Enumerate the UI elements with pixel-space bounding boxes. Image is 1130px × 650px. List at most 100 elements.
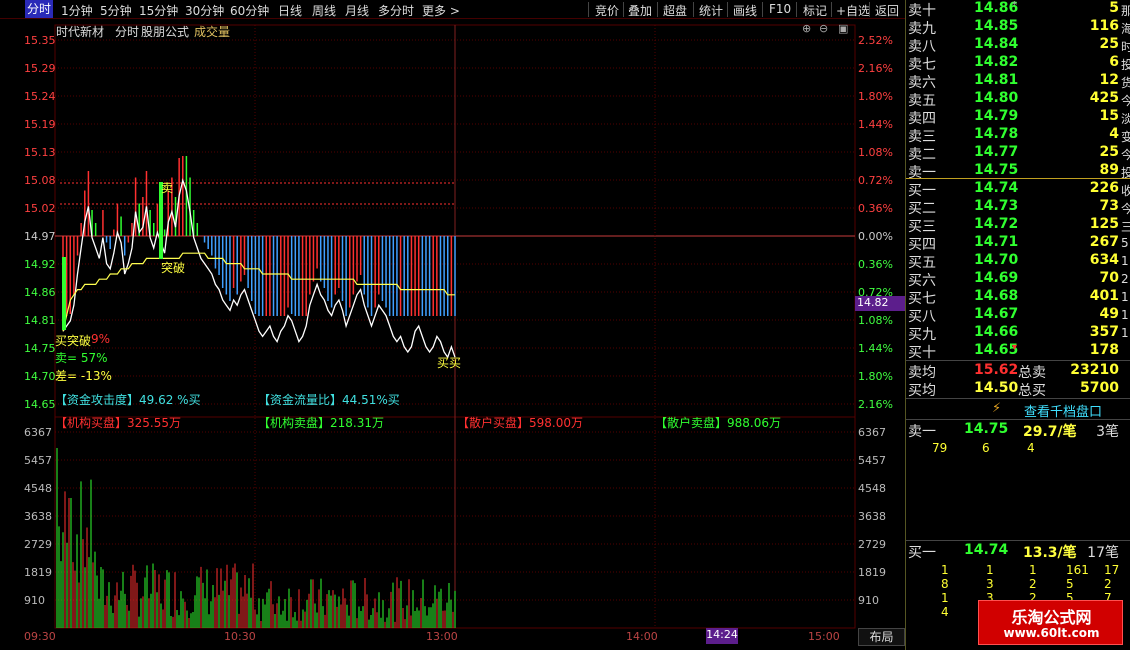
- zoom-out-icon[interactable]: ⊖: [819, 22, 828, 35]
- price-tick-left: 15.29: [24, 62, 56, 75]
- price-tick-left: 15.08: [24, 174, 56, 187]
- ask-level-label: 卖三: [908, 129, 936, 145]
- ask-level-label: 卖九: [908, 21, 936, 37]
- tab-60min[interactable]: 60分钟: [230, 2, 269, 19]
- bid-volume: 70: [1099, 270, 1119, 286]
- price-tick-right: 1.44%: [858, 342, 893, 355]
- settings-icon[interactable]: ▣: [838, 22, 848, 35]
- tab-weekly[interactable]: 周线: [312, 2, 336, 19]
- side-strip-char: 变: [1121, 130, 1130, 144]
- bid-row[interactable]: 买五 14.70 634: [906, 252, 1130, 271]
- formula-label[interactable]: 股朋公式: [141, 23, 189, 40]
- layout-button[interactable]: 布局: [858, 628, 905, 646]
- ask-row[interactable]: 卖五 14.80 425: [906, 90, 1130, 109]
- volume-tick-right: 6367: [858, 426, 886, 439]
- bid-row[interactable]: 买九 14.66 357: [906, 324, 1130, 343]
- ask-price: 14.77: [974, 144, 1019, 160]
- back-button[interactable]: 返回: [875, 2, 899, 19]
- price-tick-left: 14.97: [24, 230, 56, 243]
- view-label: 分时: [115, 25, 140, 39]
- bid-row[interactable]: 买八 14.67 49: [906, 306, 1130, 325]
- price-tick-right: 1.08%: [858, 146, 893, 159]
- ask-price: 14.84: [974, 36, 1019, 52]
- bid-row[interactable]: 买四 14.71 267: [906, 234, 1130, 253]
- ask-level-label: 卖二: [908, 147, 936, 163]
- bid-volume: 73: [1099, 198, 1119, 214]
- queue-buy-order: 17: [1104, 563, 1120, 577]
- queue-sell-row: 卖一 14.75 29.7/笔 3笔: [906, 421, 1130, 440]
- ask-price: 14.78: [974, 126, 1019, 142]
- tab-15min[interactable]: 15分钟: [139, 2, 178, 19]
- total-buy-label: 总买: [1018, 383, 1046, 399]
- more-menu-button[interactable]: 更多 >: [422, 2, 460, 19]
- ask-row[interactable]: 卖七 14.82 6: [906, 54, 1130, 73]
- tab-multi-intraday[interactable]: 多分时: [378, 2, 414, 19]
- bid-level-label: 买六: [908, 273, 936, 289]
- ask-level-label: 卖十: [908, 3, 936, 19]
- queue-buy-order: 1: [941, 591, 949, 605]
- ask-row[interactable]: 卖四 14.79 15: [906, 108, 1130, 127]
- diff-pct-label: 差= -13%: [55, 369, 112, 383]
- price-tick-left: 15.24: [24, 90, 56, 103]
- current-price-tag: 14.82: [855, 296, 905, 311]
- ask-level-label: 卖五: [908, 93, 936, 109]
- ask-row[interactable]: 卖三 14.78 4: [906, 126, 1130, 145]
- ask-row[interactable]: 卖六 14.81 12: [906, 72, 1130, 91]
- side-strip-char: 淡: [1121, 112, 1130, 126]
- bid-row[interactable]: 买一 14.74 226: [906, 180, 1130, 199]
- queue-buy-order: 4: [941, 605, 949, 619]
- auction-button[interactable]: 竞价: [595, 2, 619, 19]
- queue-buy-order: 161: [1066, 563, 1089, 577]
- bid-price: 14.74: [974, 180, 1019, 196]
- bid-volume: 125: [1089, 216, 1119, 232]
- tab-30min[interactable]: 30分钟: [185, 2, 224, 19]
- tab-5min[interactable]: 5分钟: [100, 2, 132, 19]
- ask-price: 14.85: [974, 18, 1019, 34]
- price-tick-left: 15.35: [24, 34, 56, 47]
- chart-canvas[interactable]: [0, 19, 905, 650]
- ask-row[interactable]: 卖八 14.84 25: [906, 36, 1130, 55]
- capital-attack-label: 【资金攻击度】49.62 %买: [55, 393, 201, 407]
- buy-signal-bar: [62, 257, 66, 330]
- bid-row[interactable]: 买二 14.73 73: [906, 198, 1130, 217]
- bid-volume: 178: [1089, 342, 1119, 358]
- bid-row[interactable]: 买七 14.68 401: [906, 288, 1130, 307]
- price-tick-left: 15.02: [24, 202, 56, 215]
- bid-level-label: 买九: [908, 327, 936, 343]
- ask-row[interactable]: 卖二 14.77 25: [906, 144, 1130, 163]
- add-watchlist-button[interactable]: +自选: [836, 2, 870, 19]
- price-tick-right: 0.36%: [858, 258, 893, 271]
- cursor-time-tag: 14:24: [706, 628, 738, 644]
- bid-row[interactable]: 买六 14.69 70: [906, 270, 1130, 289]
- institution-sell-label: 【机构卖盘】218.31万: [258, 416, 384, 430]
- mark-button[interactable]: 标记: [803, 2, 827, 19]
- avg-buy-value: 14.50: [974, 380, 1019, 396]
- f10-button[interactable]: F10: [769, 2, 791, 16]
- thousand-level-row[interactable]: ⚡ 查看千档盘口: [906, 398, 1130, 420]
- bid-row[interactable]: 买十 14.65 ▾ 178: [906, 342, 1130, 361]
- tab-1min[interactable]: 1分钟: [61, 2, 93, 19]
- queue-buy-order: 3: [986, 577, 994, 591]
- statistics-button[interactable]: 统计: [699, 2, 723, 19]
- thousand-level-button[interactable]: 查看千档盘口: [1024, 401, 1102, 420]
- bid-level-label: 买二: [908, 201, 936, 217]
- price-tick-left: 14.86: [24, 286, 56, 299]
- draw-line-button[interactable]: 画线: [733, 2, 757, 19]
- stock-name: 时代新材: [56, 25, 105, 39]
- time-tick: 10:30: [224, 630, 256, 643]
- super-plate-button[interactable]: 超盘: [663, 2, 687, 19]
- overlay-button[interactable]: 叠加: [628, 2, 652, 19]
- retail-buy-label: 【散户买盘】598.00万: [457, 416, 583, 430]
- tab-monthly[interactable]: 月线: [345, 2, 369, 19]
- ask-row[interactable]: 卖九 14.85 116: [906, 18, 1130, 37]
- watermark-url: www.60lt.com: [1003, 626, 1100, 640]
- tab-intraday[interactable]: 分时: [25, 0, 54, 18]
- tab-daily[interactable]: 日线: [278, 2, 302, 19]
- indicator-label[interactable]: 成交量: [194, 23, 230, 40]
- watermark-banner: 乐淘公式网 www.60lt.com: [978, 600, 1123, 645]
- zoom-in-icon[interactable]: ⊕: [802, 22, 811, 35]
- ask-row[interactable]: 卖十 14.86 * 5: [906, 0, 1130, 19]
- queue-buy-row: 买一 14.74 13.3/笔 17笔: [906, 542, 1130, 561]
- ask-volume: 89: [1099, 162, 1119, 178]
- bid-row[interactable]: 买三 14.72 125: [906, 216, 1130, 235]
